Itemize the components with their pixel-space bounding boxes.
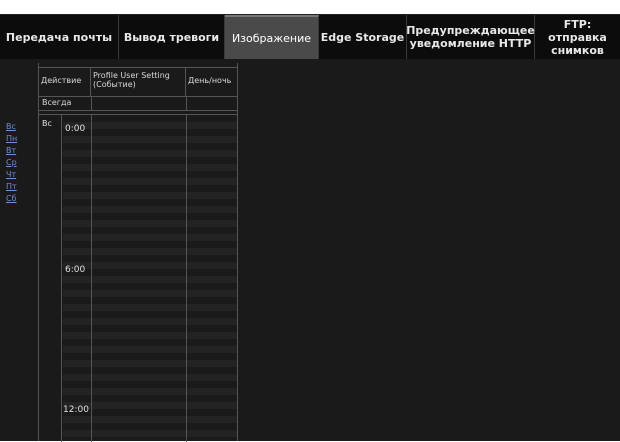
- timeline-slot: [63, 171, 237, 178]
- timeline-slot: [63, 297, 237, 304]
- timeline-slot: [63, 234, 237, 241]
- timeline-slot: [63, 311, 237, 318]
- timeline-slot: [63, 381, 237, 388]
- timeline-slot: [63, 220, 237, 227]
- timeline-slot: [63, 388, 237, 395]
- timeline-slot: [63, 374, 237, 381]
- timeline-slot: [63, 164, 237, 171]
- time-label-0600: 6:00: [65, 265, 86, 275]
- day-link-thu[interactable]: Чт: [6, 169, 32, 181]
- timeline-slot: [63, 283, 237, 290]
- timeline-slot: [63, 430, 237, 437]
- timeline-body: Вс 0:00 6:00 12:00: [39, 114, 237, 442]
- time-label-1200: 12:00: [63, 405, 89, 415]
- timeline-slot: [63, 178, 237, 185]
- always-label: Всегда: [42, 98, 72, 107]
- schedule-table: Действие Profile User Setting (Событие) …: [38, 63, 238, 442]
- header-day-night: День/ночь: [188, 76, 232, 85]
- day-links: Вс Пн Вт Ср Чт Пт Сб: [6, 121, 32, 205]
- timeline-slot: [63, 248, 237, 255]
- timeline-slot: [63, 262, 237, 269]
- timeline-slot: [63, 129, 237, 136]
- timeline-slot: [63, 269, 237, 276]
- timeline-slot: [63, 332, 237, 339]
- timeline-slot: [63, 423, 237, 430]
- timeline-slot: [63, 157, 237, 164]
- timeline-slot: [63, 304, 237, 311]
- timeline-slot: [63, 185, 237, 192]
- timeline-slot: [63, 150, 237, 157]
- tab-bar: Передача почты Вывод тревоги Изображение…: [0, 14, 620, 60]
- timeline-slot: [63, 143, 237, 150]
- timeline-slot: [63, 255, 237, 262]
- timeline-slot: [63, 346, 237, 353]
- header-profile: Profile User Setting (Событие): [91, 68, 186, 96]
- always-row: Всегда: [39, 96, 237, 111]
- tab-mail[interactable]: Передача почты: [0, 15, 119, 59]
- day-link-sun[interactable]: Вс: [6, 121, 32, 133]
- timeline-slot: [63, 213, 237, 220]
- timeline-slot: [63, 136, 237, 143]
- timeline-slot: [63, 199, 237, 206]
- timeline-slot: [63, 115, 237, 122]
- timeline-slot: [63, 395, 237, 402]
- schedule-panel: Вс Пн Вт Ср Чт Пт Сб Действие Profile Us…: [0, 59, 620, 442]
- header-action: Действие: [39, 68, 91, 96]
- day-link-fri[interactable]: Пт: [6, 181, 32, 193]
- timeline-slot: [63, 325, 237, 332]
- day-link-mon[interactable]: Пн: [6, 133, 32, 145]
- timeline-slot: [63, 276, 237, 283]
- timeline-slot: [63, 416, 237, 423]
- timeline-slot: [63, 290, 237, 297]
- tab-alarm-output[interactable]: Вывод тревоги: [119, 15, 225, 59]
- timeline-slot: [63, 402, 237, 409]
- timeline-slot: [63, 192, 237, 199]
- day-link-wed[interactable]: Ср: [6, 157, 32, 169]
- current-day-label: Вс: [42, 119, 52, 128]
- timeline-slot: [63, 227, 237, 234]
- timeline-slot: [63, 353, 237, 360]
- timeline-slot: [63, 339, 237, 346]
- app-window: Передача почты Вывод тревоги Изображение…: [0, 0, 620, 442]
- timeline-slot: [63, 367, 237, 374]
- timeline-slot: [63, 206, 237, 213]
- tab-edge-storage[interactable]: Edge Storage: [319, 15, 407, 59]
- day-link-tue[interactable]: Вт: [6, 145, 32, 157]
- day-link-sat[interactable]: Сб: [6, 193, 32, 205]
- timeline-slot: [63, 409, 237, 416]
- timeline-slot: [63, 360, 237, 367]
- tab-ftp-snapshots[interactable]: FTP: отправка снимков: [535, 15, 620, 59]
- timeline-slot: [63, 241, 237, 248]
- table-header: Действие Profile User Setting (Событие) …: [39, 67, 237, 97]
- timeline-slot: [63, 318, 237, 325]
- timeline-slot: [63, 122, 237, 129]
- tab-image[interactable]: Изображение: [225, 15, 319, 59]
- tab-http-notification[interactable]: Предупреждающее уведомление HTTP: [406, 15, 535, 59]
- time-label-0000: 0:00: [65, 124, 86, 134]
